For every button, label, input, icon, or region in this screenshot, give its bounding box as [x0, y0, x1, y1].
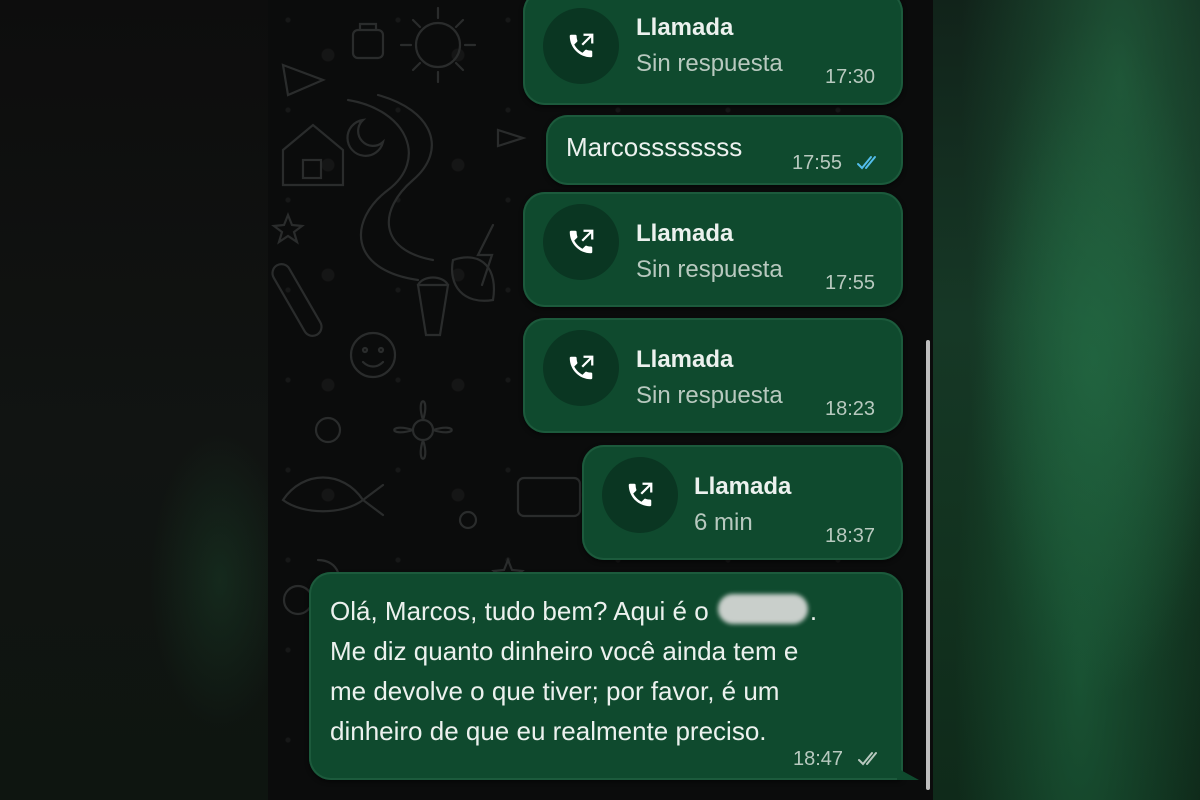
outgoing-call-icon-circle [543, 8, 619, 84]
message-time: 18:23 [825, 398, 876, 420]
call-status: Sin respuesta [636, 382, 783, 409]
redacted-name [717, 594, 808, 624]
message-line-text: Olá, Marcos, tudo bem? Aqui é o [330, 596, 709, 626]
message-time: 18:37 [825, 525, 876, 547]
message-line-text: . [809, 596, 818, 626]
outgoing-call-icon [569, 355, 594, 380]
message-time: 17:30 [825, 66, 876, 88]
outgoing-call-icon [569, 229, 594, 254]
chat-scrollbar[interactable] [926, 340, 930, 790]
message-time: 18:47 [793, 748, 844, 770]
outgoing-call-icon-circle [543, 330, 619, 406]
text-message-bubble[interactable]: Olá, Marcos, tudo bem? Aqui é o . Me diz… [309, 572, 919, 780]
message-time: 17:55 [825, 272, 876, 294]
text-message-bubble[interactable]: Marcossssssss 17:55 [546, 115, 903, 185]
message-line: Olá, Marcos, tudo bem? Aqui é o . [330, 591, 817, 631]
call-message-bubble[interactable]: Llamada Sin respuesta 18:23 [523, 318, 903, 433]
call-duration: 6 min [694, 509, 753, 536]
outgoing-call-icon-circle [602, 457, 678, 533]
outgoing-call-icon [569, 33, 594, 58]
blurred-background-left [0, 0, 290, 800]
call-status: Sin respuesta [636, 50, 783, 77]
read-ticks-icon [857, 156, 876, 170]
delivered-ticks-icon [858, 752, 877, 766]
call-title: Llamada [636, 346, 734, 373]
message-line: Me diz quanto dinheiro você ainda tem e [330, 636, 799, 666]
call-title: Llamada [694, 473, 792, 500]
message-text: Marcossssssss [566, 132, 743, 162]
bubble-tail [897, 768, 919, 780]
message-time: 17:55 [792, 152, 843, 174]
message-line: me devolve o que tiver; por favor, é um [330, 676, 780, 706]
call-status: Sin respuesta [636, 256, 783, 283]
outgoing-call-icon [628, 482, 653, 507]
message-line: dinheiro de que eu realmente preciso. [330, 716, 767, 746]
call-message-bubble[interactable]: Llamada Sin respuesta 17:30 [523, 0, 903, 105]
blurred-background-right [933, 0, 1200, 800]
message-text: Olá, Marcos, tudo bem? Aqui é o . Me diz… [330, 591, 817, 751]
call-title: Llamada [636, 14, 734, 41]
outgoing-call-icon-circle [543, 204, 619, 280]
call-message-bubble[interactable]: Llamada Sin respuesta 17:55 [523, 192, 903, 307]
call-message-bubble[interactable]: Llamada 6 min 18:37 [582, 445, 903, 560]
call-title: Llamada [636, 220, 734, 247]
